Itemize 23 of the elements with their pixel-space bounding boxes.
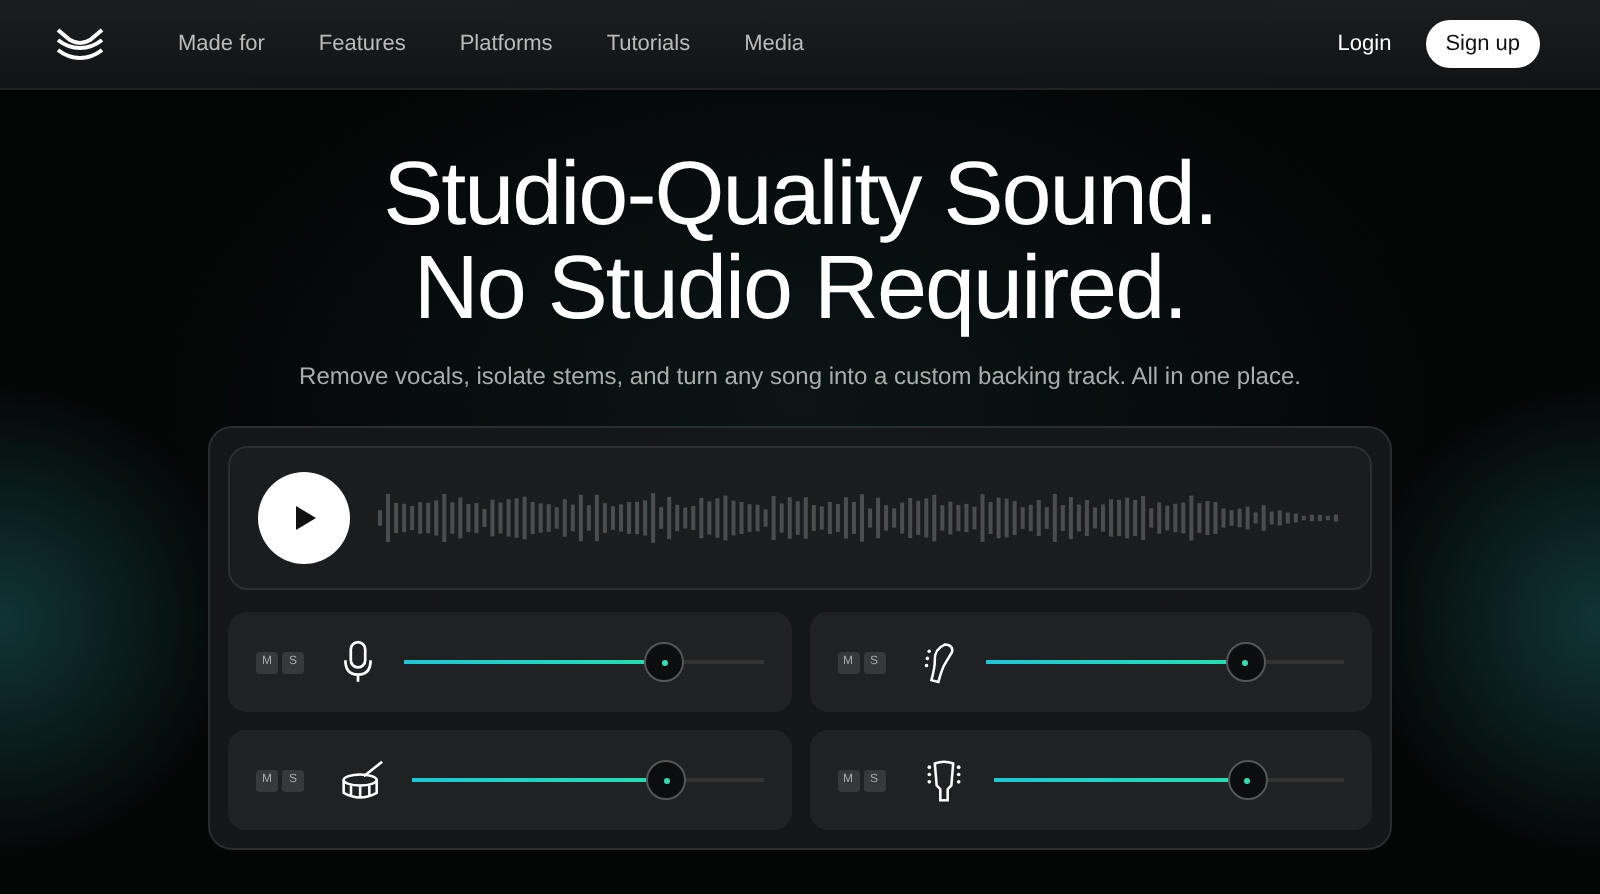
nav-link[interactable]: Platforms	[459, 32, 553, 56]
slider-thumb[interactable]	[644, 642, 685, 682]
volume-slider[interactable]	[993, 758, 1344, 802]
nav-link[interactable]: Media	[744, 32, 805, 56]
slider-thumb[interactable]	[1225, 642, 1266, 682]
microphone-icon	[340, 640, 376, 684]
hero-subtitle: Remove vocals, isolate stems, and turn any song into a custom backing track. All in one place.	[297, 362, 1303, 390]
play-button[interactable]	[258, 472, 350, 564]
signup-button[interactable]: Sign up	[1425, 20, 1540, 68]
slider-thumb[interactable]	[646, 760, 687, 800]
nav-link[interactable]: Features	[318, 32, 406, 56]
volume-slider[interactable]	[985, 640, 1344, 684]
volume-slider[interactable]	[412, 758, 763, 802]
volume-slider[interactable]	[404, 640, 763, 684]
nav-link[interactable]: Tutorials	[606, 32, 691, 56]
hero-title: Studio-Quality Sound. No Studio Required.	[381, 146, 1219, 334]
drum-icon	[340, 758, 384, 802]
guitar-headstock-icon	[921, 758, 965, 802]
wave-logo-icon[interactable]	[56, 28, 104, 60]
login-link[interactable]: Login	[1337, 32, 1392, 56]
nav-link[interactable]: Made for	[178, 32, 265, 56]
slider-thumb[interactable]	[1227, 760, 1268, 800]
guitar-headstock-icon	[921, 640, 957, 684]
